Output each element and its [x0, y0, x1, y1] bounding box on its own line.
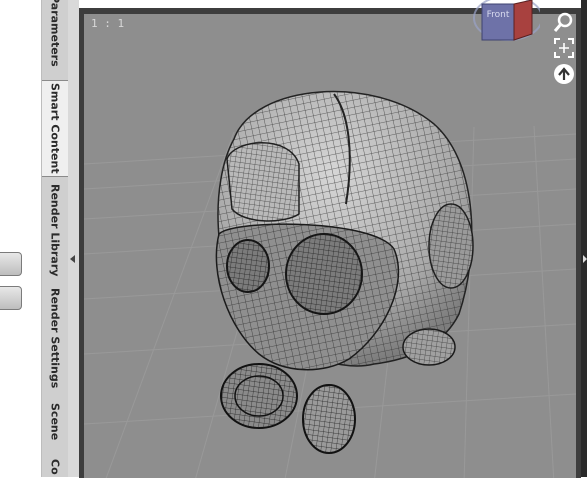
- panel-splitter[interactable]: [68, 0, 79, 477]
- tab-co[interactable]: Co: [42, 452, 68, 482]
- collapse-left-icon[interactable]: [70, 255, 75, 263]
- scene-render: [84, 90, 576, 478]
- tab-label: Render Library: [48, 183, 62, 277]
- search-icon[interactable]: [552, 12, 574, 38]
- tab-label: Parameters: [48, 0, 62, 67]
- tab-scene[interactable]: Scene: [42, 398, 68, 446]
- left-panel-area: [0, 0, 41, 477]
- vertical-tab-strip: Parameters Smart Content Render Library …: [41, 0, 69, 477]
- tab-smart-content[interactable]: Smart Content: [42, 80, 68, 177]
- 3d-viewport[interactable]: 1 : 1: [79, 8, 581, 478]
- helmet-model: [215, 90, 474, 454]
- tab-label: Render Settings: [48, 287, 62, 389]
- tab-label: Scene: [48, 403, 62, 441]
- aspect-ratio-label: 1 : 1: [91, 17, 125, 30]
- tab-render-settings[interactable]: Render Settings: [42, 286, 68, 390]
- tab-render-library[interactable]: Render Library: [42, 182, 68, 278]
- view-cube[interactable]: Front: [470, 0, 543, 46]
- right-panel-edge: [581, 0, 587, 477]
- side-button-1[interactable]: [0, 252, 22, 276]
- home-icon[interactable]: [553, 63, 575, 89]
- frame-icon[interactable]: [553, 37, 575, 63]
- viewport-canvas[interactable]: 1 : 1: [84, 14, 576, 478]
- tab-parameters[interactable]: Parameters: [42, 0, 68, 68]
- side-button-2[interactable]: [0, 286, 22, 310]
- collapse-right-icon[interactable]: [583, 255, 587, 263]
- tab-label: Smart Content: [48, 83, 62, 174]
- cube-face-label: Front: [487, 10, 510, 20]
- tab-label: Co: [48, 459, 62, 475]
